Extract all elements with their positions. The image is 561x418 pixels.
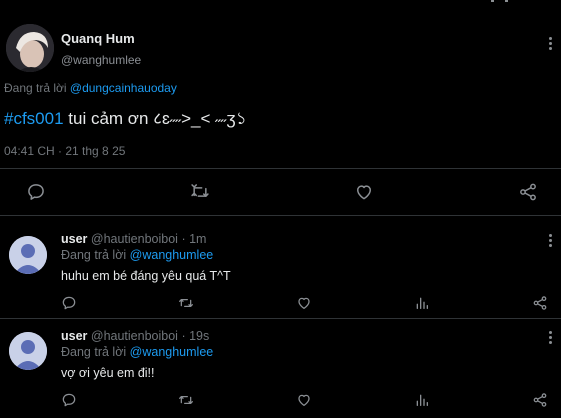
more-options-icon[interactable] [549,331,553,344]
retweet-icon[interactable] [178,295,194,311]
post-text: #cfs001 tui cảm ơn ८ɛ˶˶>_< ˶˶ʒ১ [4,106,247,134]
retweet-icon[interactable] [178,392,194,408]
reply-time[interactable]: · 19s [181,329,209,343]
post-timestamp[interactable]: 04:41 CH · 21 thg 8 25 [4,144,125,158]
reply-context-prefix: Đang trả lời [61,248,127,262]
reply-context: Đang trả lời @wanghumlee [61,248,213,262]
reply-context: Đang trả lời @dungcainhauoday [4,81,177,95]
reply-body: vợ ơi yêu em đi!! [61,366,155,380]
reply-time[interactable]: · 1m [181,232,206,246]
reply-display-name[interactable]: user [61,329,87,343]
top-edge-indicator [491,0,511,2]
heart-icon[interactable] [296,392,312,408]
share-icon[interactable] [532,295,548,311]
reply-icon[interactable] [26,182,46,202]
reply-icon[interactable] [61,295,77,311]
reply-context: Đang trả lời @wanghumlee [61,345,213,359]
avatar-photo [6,24,54,72]
default-avatar-icon [9,332,47,370]
reply-handle[interactable]: @hautienboiboi [91,232,178,246]
author-display-name[interactable]: Quanq Hum [61,31,135,46]
views-icon[interactable] [414,392,430,408]
reply-avatar[interactable] [9,332,47,370]
reply-body: huhu em bé đáng yêu quá T^T [61,269,231,283]
hashtag-link[interactable]: #cfs001 [4,109,64,128]
views-icon[interactable] [414,295,430,311]
divider [0,318,561,319]
reply-to-link[interactable]: @wanghumlee [130,248,214,262]
reply-context-prefix: Đang trả lời [4,81,67,95]
reply-icon[interactable] [61,392,77,408]
heart-icon[interactable] [296,295,312,311]
reply-context-prefix: Đang trả lời [61,345,127,359]
divider [0,168,561,169]
author-handle[interactable]: @wanghumlee [61,53,141,67]
reply-header: user @hautienboiboi · 19s [61,329,209,343]
default-avatar-icon [9,236,47,274]
heart-icon[interactable] [354,182,374,202]
reply-handle[interactable]: @hautienboiboi [91,329,178,343]
share-icon[interactable] [518,182,538,202]
share-icon[interactable] [532,392,548,408]
reply-avatar[interactable] [9,236,47,274]
reply-header: user @hautienboiboi · 1m [61,232,206,246]
reply-to-link[interactable]: @dungcainhauoday [70,81,177,95]
more-options-icon[interactable] [549,37,553,50]
reply-to-link[interactable]: @wanghumlee [130,345,214,359]
reply-display-name[interactable]: user [61,232,87,246]
divider [0,215,561,216]
author-avatar[interactable] [6,24,54,72]
retweet-icon[interactable] [190,182,210,202]
post-body: tui cảm ơn ८ɛ˶˶>_< ˶˶ʒ১ [68,109,247,128]
more-options-icon[interactable] [549,234,553,247]
